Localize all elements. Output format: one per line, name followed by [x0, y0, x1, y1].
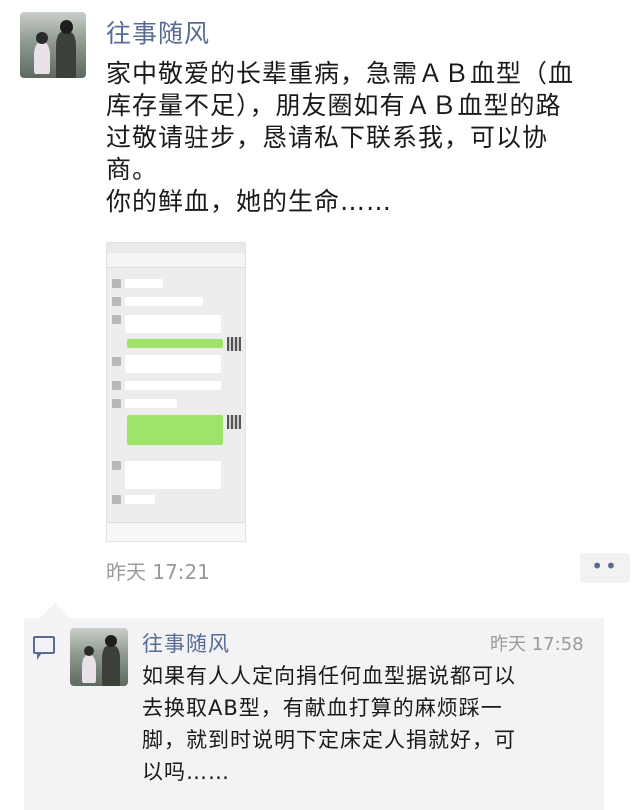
comment-line: 去换取AB型，有献血打算的麻烦踩一 — [142, 696, 503, 720]
thumb-title-bar — [107, 253, 245, 268]
post-image-thumbnail[interactable] — [106, 242, 246, 542]
comment-timestamp: 昨天 17:58 — [490, 634, 584, 655]
thumb-avatar — [112, 357, 121, 366]
avatar-figure-adult-head — [60, 20, 73, 34]
comment-nickname[interactable]: 往事随风 — [142, 628, 230, 658]
avatar-figure-adult — [56, 32, 76, 78]
thumb-qr-avatar — [227, 337, 241, 351]
thumb-avatar — [112, 495, 121, 504]
avatar-figure-child — [82, 655, 96, 683]
post-line: 家中敬爱的长辈重病，急需ＡＢ血型（血 — [106, 59, 575, 88]
comment-area-pointer — [40, 603, 70, 618]
post-line: 你的鲜血，她的生命…… — [106, 187, 393, 216]
thumb-avatar — [112, 381, 121, 390]
avatar-figure-adult — [102, 646, 120, 686]
post-timestamp: 昨天 17:21 — [106, 560, 210, 584]
post-line: 商。 — [106, 155, 159, 184]
thumb-bubble — [125, 399, 177, 408]
thumb-bubble — [125, 315, 221, 333]
avatar-figure-child — [34, 42, 50, 74]
thumb-qr-avatar — [227, 415, 241, 429]
avatar-figure-adult-head — [105, 635, 117, 647]
thumb-input-bar — [107, 522, 245, 541]
avatar-figure-child-head — [36, 32, 48, 44]
avatar-figure-child-head — [84, 646, 94, 656]
thumb-bubble — [125, 355, 221, 373]
thumb-bubble — [125, 461, 221, 489]
thumb-bubble — [125, 495, 155, 504]
post-line: 过敬请驻步，恳请私下联系我，可以协 — [106, 123, 549, 152]
comment-avatar[interactable] — [70, 628, 128, 686]
post-avatar[interactable] — [20, 12, 86, 78]
thumb-bubble — [125, 297, 203, 306]
comment-body: 如果有人人定向捐任何血型据说都可以 去换取AB型，有献血打算的麻烦踩一 脚，就到… — [142, 660, 582, 788]
thumb-avatar — [112, 279, 121, 288]
thumb-bubble-sent — [127, 339, 223, 348]
thumb-avatar — [112, 297, 121, 306]
thumb-status-bar — [107, 243, 245, 253]
thumb-avatar — [112, 399, 121, 408]
comment-line: 脚，就到时说明下定床定人捐就好，可 — [142, 728, 516, 752]
post-line: 库存量不足），朋友圈如有ＡＢ血型的路 — [106, 91, 562, 120]
thumb-bubble — [125, 381, 221, 390]
thumb-bubble — [125, 279, 163, 288]
comment-line: 以吗…… — [142, 760, 230, 784]
post-nickname[interactable]: 往事随风 — [106, 14, 210, 50]
thumb-bubble-sent — [127, 415, 223, 445]
comment-line: 如果有人人定向捐任何血型据说都可以 — [142, 664, 516, 688]
comment-bubble-icon — [33, 636, 55, 660]
post-body: 家中敬爱的长辈重病，急需ＡＢ血型（血 库存量不足），朋友圈如有ＡＢ血型的路 过敬… — [106, 58, 636, 218]
thumb-avatar — [112, 315, 121, 324]
thumb-avatar — [112, 461, 121, 470]
more-actions-button[interactable]: •• — [580, 553, 630, 583]
